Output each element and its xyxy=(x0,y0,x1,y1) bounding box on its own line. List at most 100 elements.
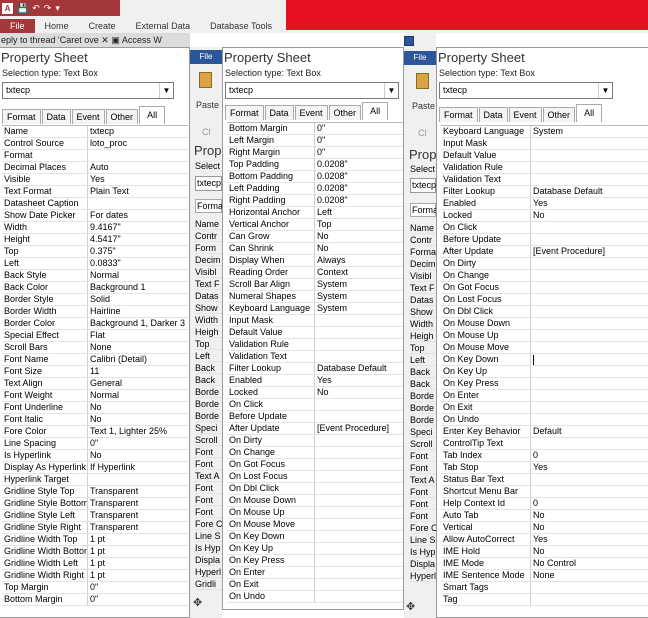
property-row[interactable]: Default Value xyxy=(227,327,403,339)
property-row[interactable]: Can Shrink No xyxy=(227,243,403,255)
property-value[interactable] xyxy=(315,591,317,602)
property-value[interactable]: Transparent xyxy=(88,498,138,509)
property-value[interactable] xyxy=(531,486,533,497)
property-row[interactable]: On Lost Focus xyxy=(227,471,403,483)
property-value[interactable]: Yes xyxy=(531,462,548,473)
property-row[interactable]: Filter Lookup Database Default xyxy=(227,363,403,375)
property-row[interactable]: Show Date Picker For dates xyxy=(2,210,188,222)
property-value[interactable] xyxy=(531,318,533,329)
property-value[interactable] xyxy=(531,390,533,401)
object-selector-combo[interactable]: txtecp ▼ xyxy=(2,82,174,99)
tab-data[interactable]: Data xyxy=(478,107,508,122)
property-value[interactable] xyxy=(531,222,533,233)
property-value[interactable]: General xyxy=(88,378,122,389)
property-row[interactable]: Default Value xyxy=(441,150,648,162)
chevron-down-icon[interactable]: ▼ xyxy=(159,83,173,98)
format-tab-partial[interactable]: Forma xyxy=(195,199,222,213)
tab-all[interactable]: All xyxy=(362,102,389,120)
property-value[interactable] xyxy=(88,198,90,209)
property-value[interactable]: 0.0208" xyxy=(315,171,348,182)
property-value[interactable]: Database Default xyxy=(315,363,387,374)
property-value[interactable]: No xyxy=(88,414,102,425)
tab-home[interactable]: Home xyxy=(35,19,79,33)
property-value[interactable]: 1 pt xyxy=(88,570,105,581)
property-value[interactable] xyxy=(531,150,533,161)
property-value[interactable]: Yes xyxy=(531,198,548,209)
property-value[interactable]: Always xyxy=(315,255,346,266)
property-row[interactable]: Font Name Calibri (Detail) xyxy=(2,354,188,366)
tab-file-background[interactable]: File xyxy=(190,50,222,64)
property-row[interactable]: Left Margin 0" xyxy=(227,135,403,147)
property-value[interactable] xyxy=(531,342,533,353)
chevron-down-icon[interactable]: ▼ xyxy=(598,83,612,98)
property-row[interactable]: Locked No xyxy=(227,387,403,399)
property-row[interactable]: Font Underline No xyxy=(2,402,188,414)
property-value[interactable]: 0" xyxy=(88,582,98,593)
property-row[interactable]: On Undo xyxy=(441,414,648,426)
property-value[interactable]: No xyxy=(531,210,545,221)
property-row[interactable]: Validation Rule xyxy=(441,162,648,174)
property-value[interactable] xyxy=(315,531,317,542)
property-row[interactable]: Scroll Bars None xyxy=(2,342,188,354)
property-row[interactable]: Gridline Width Right 1 pt xyxy=(2,570,188,582)
tab-create[interactable]: Create xyxy=(79,19,126,33)
tab-other[interactable]: Other xyxy=(542,107,576,122)
property-value[interactable] xyxy=(315,447,317,458)
property-value[interactable]: Yes xyxy=(531,534,548,545)
property-row[interactable]: Fore Color Text 1, Lighter 25% xyxy=(2,426,188,438)
object-selector-partial[interactable]: txtecp xyxy=(195,176,222,191)
tab-all[interactable]: All xyxy=(139,106,166,124)
tab-other[interactable]: Other xyxy=(328,105,362,120)
property-row[interactable]: Tab Index 0 xyxy=(441,450,648,462)
property-value[interactable] xyxy=(315,351,317,362)
property-row[interactable]: Font Weight Normal xyxy=(2,390,188,402)
property-row[interactable]: On Change xyxy=(441,270,648,282)
property-row[interactable]: Gridline Width Bottom 1 pt xyxy=(2,546,188,558)
property-value[interactable]: Transparent xyxy=(88,486,138,497)
property-row[interactable]: Tag xyxy=(441,594,648,606)
property-value[interactable] xyxy=(531,354,534,365)
property-value[interactable]: Database Default xyxy=(531,186,603,197)
property-value[interactable] xyxy=(531,234,533,245)
property-value[interactable] xyxy=(315,579,317,590)
property-row[interactable]: Left Padding 0.0208" xyxy=(227,183,403,195)
property-row[interactable]: Back Style Normal xyxy=(2,270,188,282)
property-value[interactable] xyxy=(531,366,533,377)
property-value[interactable]: Auto xyxy=(88,162,109,173)
customize-dropdown-icon[interactable]: ▾ xyxy=(55,3,60,14)
property-value[interactable]: System xyxy=(315,279,347,290)
property-row[interactable]: Tab Stop Yes xyxy=(441,462,648,474)
paste-icon[interactable] xyxy=(416,73,429,89)
property-value[interactable]: Context xyxy=(315,267,348,278)
property-value[interactable]: loto_proc xyxy=(88,138,127,149)
property-row[interactable]: On Exit xyxy=(227,579,403,591)
property-row[interactable]: On Dbl Click xyxy=(441,306,648,318)
property-row[interactable]: IME Hold No xyxy=(441,546,648,558)
property-value[interactable]: Yes xyxy=(88,174,105,185)
property-row[interactable]: On Mouse Up xyxy=(441,330,648,342)
property-value[interactable]: Transparent xyxy=(88,510,138,521)
property-row[interactable]: On Got Focus xyxy=(441,282,648,294)
property-value[interactable]: 0" xyxy=(88,438,98,449)
property-value[interactable] xyxy=(315,459,317,470)
property-value[interactable]: For dates xyxy=(88,210,128,221)
property-value[interactable] xyxy=(315,399,317,410)
property-row[interactable]: On Mouse Up xyxy=(227,507,403,519)
property-row[interactable]: On Mouse Move xyxy=(227,519,403,531)
property-row[interactable]: On Got Focus xyxy=(227,459,403,471)
tab-file-background[interactable]: File xyxy=(404,51,436,65)
property-row[interactable]: Gridline Style Right Transparent xyxy=(2,522,188,534)
property-row[interactable]: Visible Yes xyxy=(2,174,188,186)
property-row[interactable]: Can Grow No xyxy=(227,231,403,243)
tab-database-tools[interactable]: Database Tools xyxy=(200,19,282,33)
property-row[interactable]: Vertical No xyxy=(441,522,648,534)
property-row[interactable]: Before Update xyxy=(227,411,403,423)
property-value[interactable] xyxy=(315,555,317,566)
property-row[interactable]: Left 0.0833" xyxy=(2,258,188,270)
property-row[interactable]: Display When Always xyxy=(227,255,403,267)
property-value[interactable]: No Control xyxy=(531,558,576,569)
property-row[interactable]: On Dirty xyxy=(227,435,403,447)
property-value[interactable]: System xyxy=(315,291,347,302)
property-value[interactable]: No xyxy=(315,387,329,398)
property-row[interactable]: Validation Rule xyxy=(227,339,403,351)
